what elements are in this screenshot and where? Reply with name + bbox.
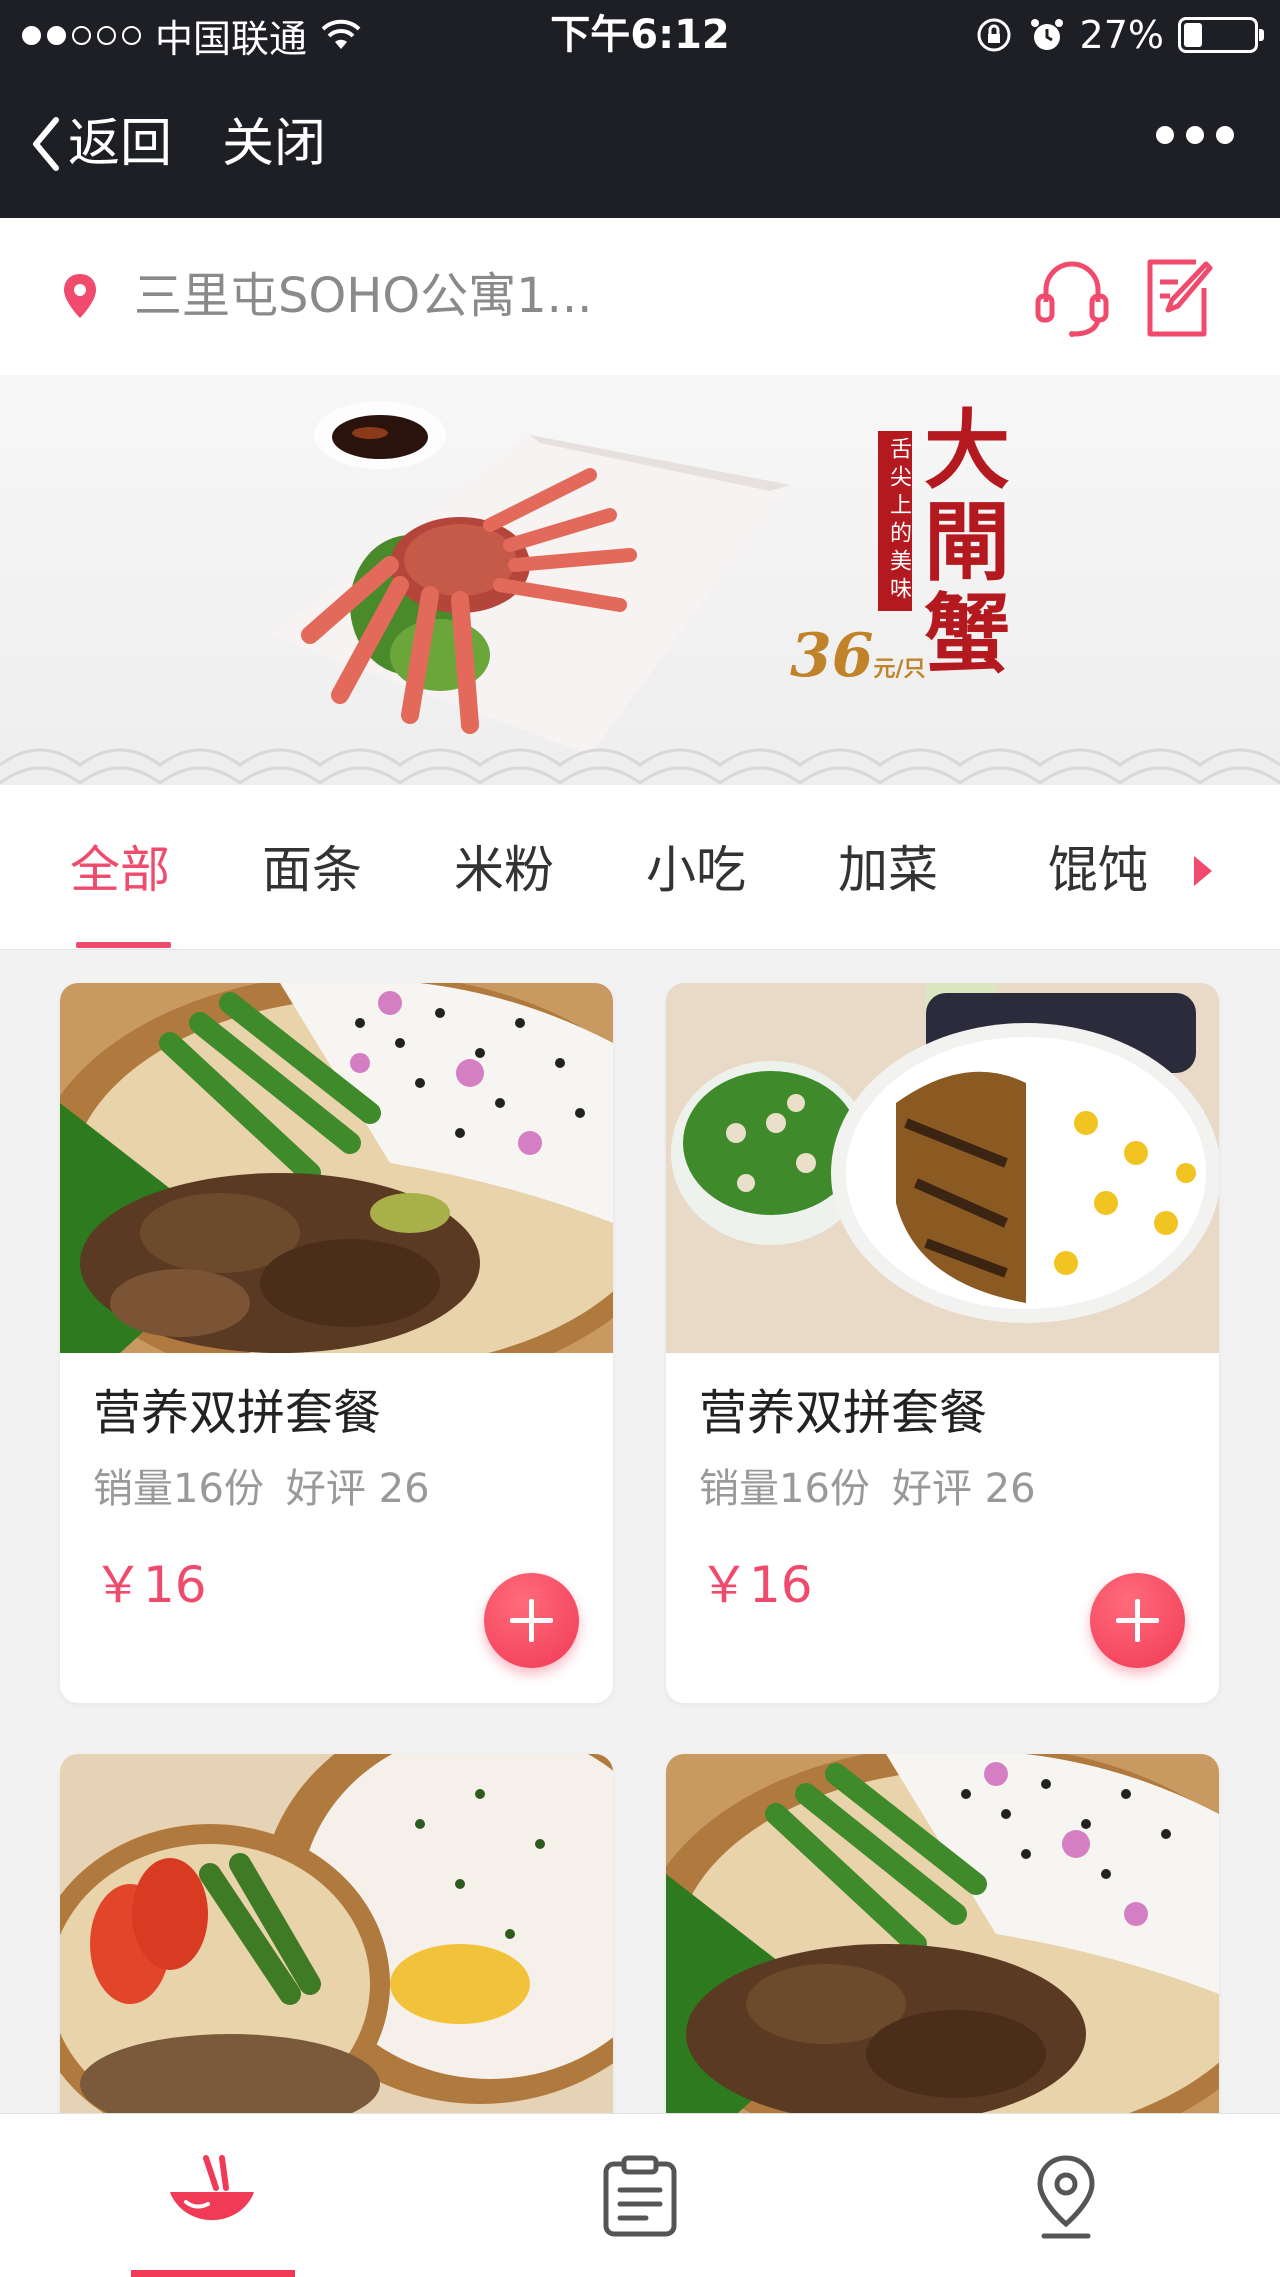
- tabs-scroll-right-icon[interactable]: [1194, 856, 1212, 886]
- tab-noodles[interactable]: 面条: [262, 835, 362, 905]
- banner-price-unit: 元/只: [873, 656, 926, 682]
- tab-snacks[interactable]: 小吃: [646, 835, 746, 905]
- tab-rice-noodles[interactable]: 米粉: [454, 835, 554, 905]
- edit-note-icon[interactable]: [1144, 258, 1214, 338]
- page: 中国联通 下午6:12 27% 返回 关闭 三里屯SOHO公寓1... 舌尖上的…: [0, 0, 1280, 2277]
- product-card[interactable]: 营养双拼套餐 销量16份 好评 26 ￥16: [60, 983, 613, 1703]
- top-bar: 中国联通 下午6:12 27% 返回 关闭: [0, 0, 1280, 218]
- add-to-cart-button[interactable]: [1090, 1573, 1185, 1668]
- product-name: 营养双拼套餐: [93, 1385, 382, 1441]
- product-sales: 销量16份: [699, 1466, 870, 1512]
- product-rating: 好评 26: [891, 1466, 1036, 1512]
- product-card[interactable]: [60, 1754, 613, 2154]
- product-card[interactable]: 营养双拼套餐 销量16份 好评 26 ￥16: [666, 983, 1219, 1703]
- banner-price-value: 36: [790, 621, 874, 691]
- customer-service-icon[interactable]: [1034, 258, 1110, 338]
- tab-extra-dishes[interactable]: 加菜: [838, 835, 938, 905]
- product-price: ￥16: [699, 1556, 813, 1614]
- bowl-icon[interactable]: [166, 2154, 258, 2236]
- status-right: 27%: [974, 10, 1264, 60]
- product-image: [60, 983, 613, 1353]
- product-image: [666, 1754, 1219, 2124]
- active-tab-indicator: [76, 942, 171, 948]
- product-price: ￥16: [93, 1556, 207, 1614]
- product-sales: 销量16份: [93, 1466, 264, 1512]
- delivery-address[interactable]: 三里屯SOHO公寓1...: [134, 266, 592, 326]
- bottom-nav: [0, 2113, 1280, 2277]
- product-image: [666, 983, 1219, 1353]
- banner-price: 36元/只: [790, 621, 926, 704]
- tab-wonton[interactable]: 馄饨: [1048, 835, 1148, 905]
- category-tabs: 全部 面条 米粉 小吃 加菜 馄饨: [0, 785, 1280, 950]
- rotation-lock-icon: [977, 18, 1011, 52]
- active-nav-indicator: [131, 2270, 295, 2277]
- battery-percent: 27%: [1079, 13, 1164, 57]
- product-meta: 销量16份 好评 26: [699, 1463, 1036, 1515]
- banner-tagline: 舌尖上的美味: [878, 431, 912, 611]
- product-card[interactable]: [666, 1754, 1219, 2154]
- close-button[interactable]: 关闭: [222, 108, 326, 180]
- product-name: 营养双拼套餐: [699, 1385, 988, 1441]
- chevron-left-icon: [33, 117, 59, 171]
- location-pin-icon: [64, 274, 96, 318]
- wave-decoration: [0, 748, 1280, 785]
- location-icon[interactable]: [1034, 2154, 1098, 2240]
- address-bar: 三里屯SOHO公寓1...: [0, 218, 1280, 375]
- promo-banner[interactable]: 舌尖上的美味 大閘蟹 36元/只: [0, 375, 1280, 785]
- add-to-cart-button[interactable]: [484, 1573, 579, 1668]
- crab-dish-image: [270, 401, 790, 755]
- banner-title: 大閘蟹: [924, 400, 1010, 685]
- order-list-icon[interactable]: [602, 2154, 678, 2238]
- product-rating: 好评 26: [285, 1466, 430, 1512]
- back-button[interactable]: 返回: [30, 108, 172, 180]
- more-button[interactable]: [1156, 126, 1234, 144]
- battery-icon: [1178, 17, 1264, 53]
- status-bar: 中国联通 下午6:12 27%: [0, 0, 1280, 70]
- alarm-icon: [1030, 19, 1063, 50]
- back-label: 返回: [68, 114, 173, 174]
- product-image: [60, 1754, 613, 2124]
- tab-all[interactable]: 全部: [70, 835, 170, 905]
- nav-bar: 返回 关闭: [0, 70, 1280, 218]
- product-meta: 销量16份 好评 26: [93, 1463, 430, 1515]
